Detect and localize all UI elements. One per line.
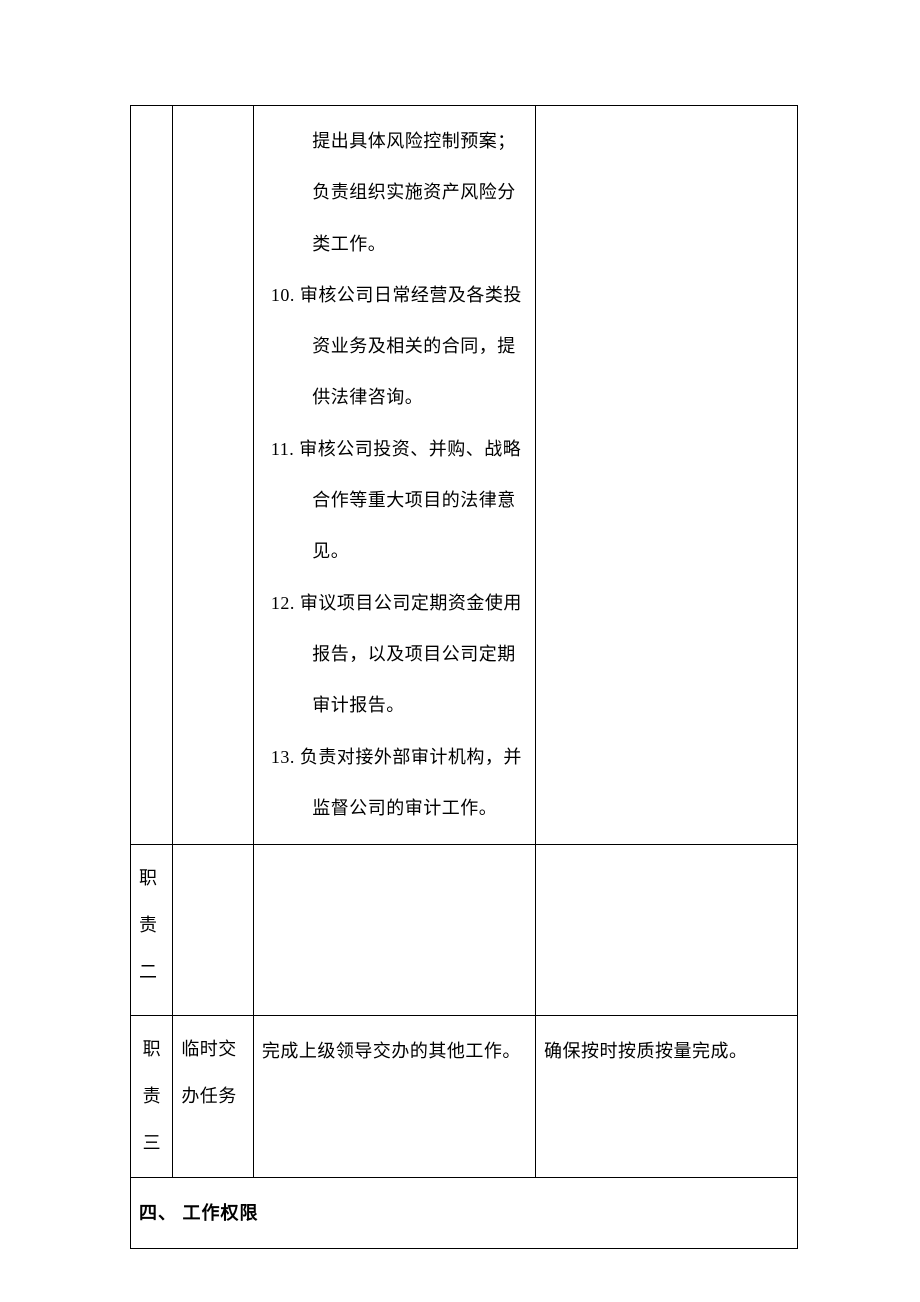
task-item: 13. 负责对接外部审计机构，并监督公司的审计工作。: [262, 732, 527, 835]
row1-tasks-cell: 提出具体风险控制预案；负责组织实施资产风险分类工作。 10. 审核公司日常经营及…: [253, 106, 535, 845]
row2-col3: [253, 845, 535, 1016]
task-num: 13.: [271, 747, 295, 767]
task-pretext: 提出具体风险控制预案；负责组织实施资产风险分类工作。: [262, 116, 527, 270]
duty2-label: 职责二: [131, 845, 173, 1016]
duty3-col4: 确保按时按质按量完成。: [536, 1016, 798, 1177]
task-num: 11.: [271, 439, 294, 459]
table-row: 职责二: [131, 845, 798, 1016]
table-row: 职责三 临时交办任务 完成上级领导交办的其他工作。 确保按时按质按量完成。: [131, 1016, 798, 1177]
duty3-col2: 临时交办任务: [173, 1016, 254, 1177]
task-text: 负责对接外部审计机构，并监督公司的审计工作。: [300, 747, 522, 818]
row1-col1: [131, 106, 173, 845]
task-text: 审核公司日常经营及各类投资业务及相关的合同，提供法律咨询。: [300, 285, 522, 408]
row1-col4: [536, 106, 798, 845]
table-row: 提出具体风险控制预案；负责组织实施资产风险分类工作。 10. 审核公司日常经营及…: [131, 106, 798, 845]
row2-col2: [173, 845, 254, 1016]
task-num: 10.: [271, 285, 295, 305]
task-item: 11. 审核公司投资、并购、战略合作等重大项目的法律意见。: [262, 424, 527, 578]
duty3-label-text: 职责三: [139, 1026, 164, 1166]
duty3-col3: 完成上级领导交办的其他工作。: [253, 1016, 535, 1177]
duty3-label: 职责三: [131, 1016, 173, 1177]
duties-table: 提出具体风险控制预案；负责组织实施资产风险分类工作。 10. 审核公司日常经营及…: [130, 105, 798, 1249]
table-row: 四、 工作权限: [131, 1177, 798, 1248]
task-item: 12. 审议项目公司定期资金使用报告，以及项目公司定期审计报告。: [262, 578, 527, 732]
duty2-label-text: 职责二: [139, 855, 173, 995]
document-page: 提出具体风险控制预案；负责组织实施资产风险分类工作。 10. 审核公司日常经营及…: [0, 0, 920, 1302]
section-4-heading: 四、 工作权限: [131, 1177, 798, 1248]
task-item: 10. 审核公司日常经营及各类投资业务及相关的合同，提供法律咨询。: [262, 270, 527, 424]
task-text: 审核公司投资、并购、战略合作等重大项目的法律意见。: [299, 439, 521, 562]
task-text: 审议项目公司定期资金使用报告，以及项目公司定期审计报告。: [300, 593, 522, 716]
row2-col4: [536, 845, 798, 1016]
task-num: 12.: [271, 593, 295, 613]
row1-col2: [173, 106, 254, 845]
